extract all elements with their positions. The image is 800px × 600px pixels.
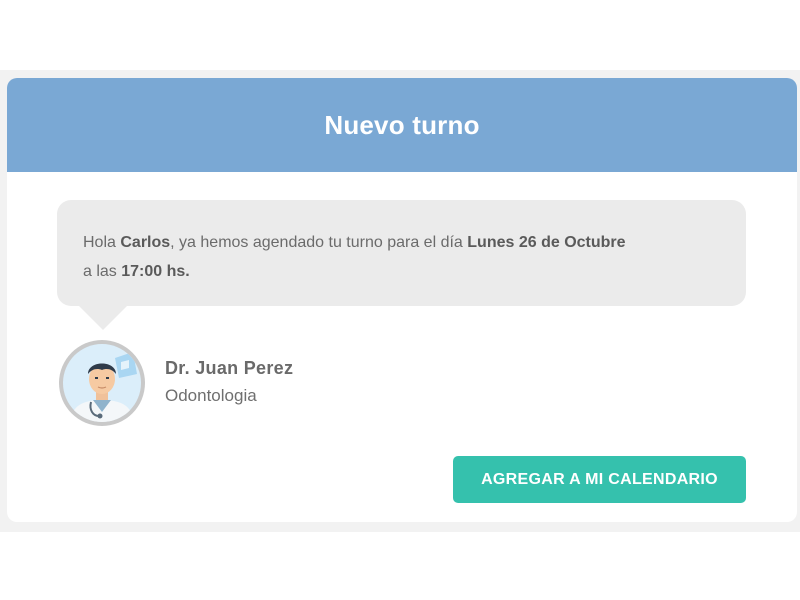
- message-bubble: Hola Carlos, ya hemos agendado tu turno …: [57, 200, 746, 306]
- appointment-date: Lunes 26 de Octubre: [467, 234, 626, 251]
- appointment-time: 17:00 hs.: [121, 263, 190, 280]
- doctor-avatar-icon: [63, 344, 141, 422]
- bubble-tail: [79, 306, 127, 330]
- doctor-name: Dr. Juan Perez: [165, 358, 294, 378]
- doctor-specialty: Odontologia: [165, 386, 257, 405]
- message-text: , ya hemos agendado tu turno para el día: [170, 234, 463, 251]
- add-to-calendar-button[interactable]: AGREGAR A MI CALENDARIO: [453, 456, 746, 503]
- message-greeting: Hola: [83, 234, 116, 251]
- patient-name: Carlos: [120, 234, 171, 251]
- doctor-avatar: [59, 340, 145, 426]
- message-time-prefix: a las: [83, 263, 117, 280]
- card-header: Nuevo turno: [7, 78, 797, 172]
- appointment-card: Nuevo turno Hola Carlos, ya hemos agenda…: [7, 78, 797, 522]
- card-title: Nuevo turno: [324, 109, 480, 140]
